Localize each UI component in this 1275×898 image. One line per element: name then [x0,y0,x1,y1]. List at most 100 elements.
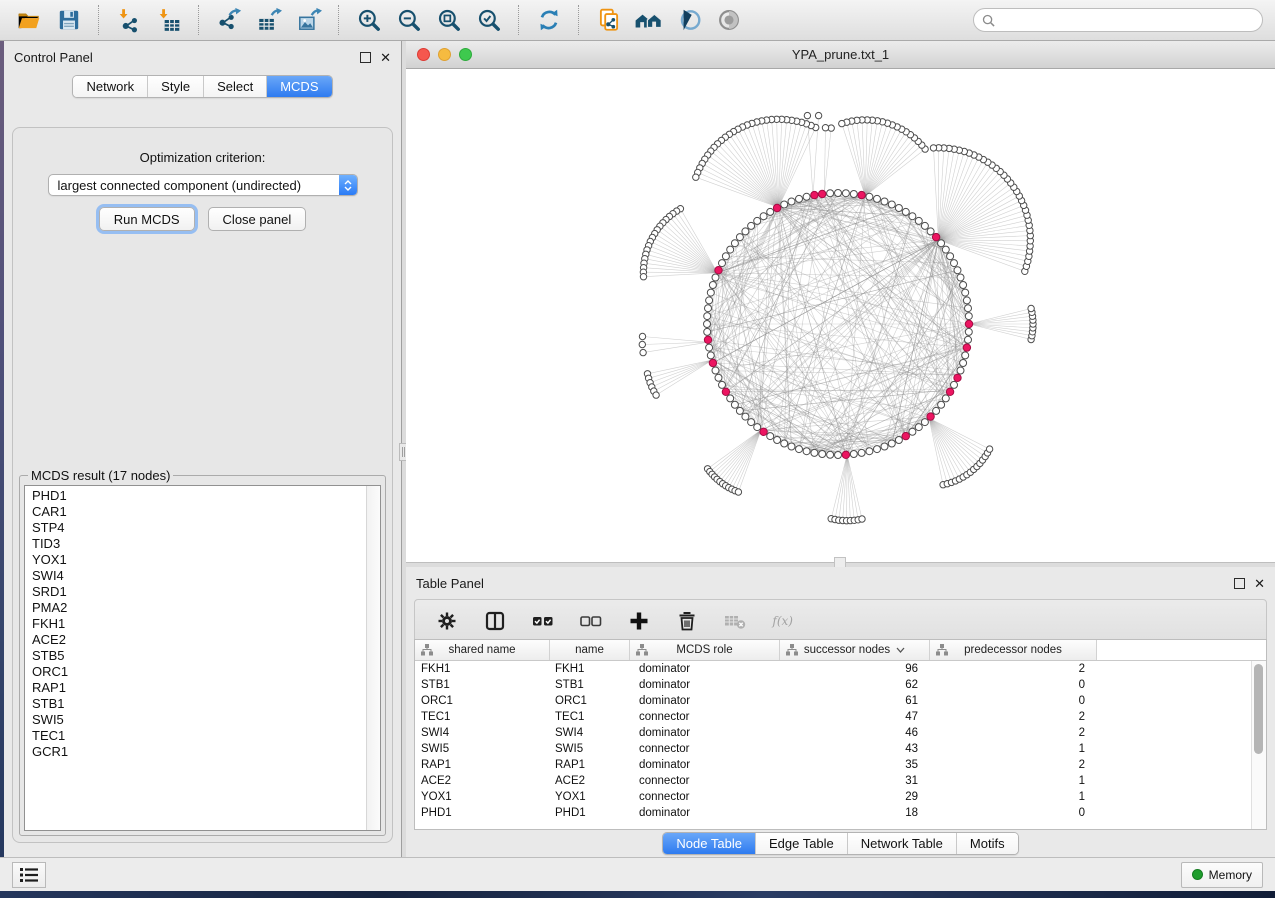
cell-shared-name: TEC1 [415,711,550,723]
save-session-icon[interactable] [54,5,84,35]
table-panel: Table Panel ✕ f(x) shared namenameMCDS r… [406,567,1275,857]
table-row[interactable]: PHD1PHD1dominator180 [415,805,1266,821]
column-header-MCDS-role[interactable]: MCDS role [630,640,780,660]
mcds-result-item[interactable]: STP4 [32,520,380,536]
column-header-name[interactable]: name [550,640,630,660]
list-icon [19,867,39,883]
select-all-icon[interactable] [531,609,555,633]
cell-name: ACE2 [550,775,630,787]
cytoscape-window: { "toolbar": { "groups": [ ["open-file",… [0,0,1275,898]
network-window-titlebar[interactable]: YPA_prune.txt_1 [406,41,1275,69]
column-header-shared-name[interactable]: shared name [415,640,550,660]
cell-shared-name: RAP1 [415,759,550,771]
mcds-result-item[interactable]: PMA2 [32,600,380,616]
table-row[interactable]: SWI4SWI4dominator462 [415,725,1266,741]
tab-network[interactable]: Network [73,76,147,97]
table-row[interactable]: FKH1FKH1dominator962 [415,661,1266,677]
export-network-icon[interactable] [214,5,244,35]
deselect-all-icon[interactable] [579,609,603,633]
mcds-result-item[interactable]: SWI4 [32,568,380,584]
tab-network-table[interactable]: Network Table [847,833,956,854]
network-graph[interactable] [406,70,1275,564]
cell-shared-name: STB1 [415,679,550,691]
mcds-result-item[interactable]: YOX1 [32,552,380,568]
main-toolbar [0,0,1275,41]
table-scrollbar[interactable] [1251,661,1266,829]
run-mcds-button[interactable]: Run MCDS [99,207,195,231]
search-box[interactable] [973,8,1263,32]
first-neighbors-icon[interactable] [634,5,664,35]
table-row[interactable]: ACE2ACE2connector311 [415,773,1266,789]
export-table-icon[interactable] [254,5,284,35]
table-row[interactable]: TEC1TEC1connector472 [415,709,1266,725]
mcds-list-scrollbar[interactable] [366,486,380,830]
mcds-result-item[interactable]: STB1 [32,696,380,712]
memory-button[interactable]: Memory [1181,862,1263,888]
table-scrollbar-thumb[interactable] [1254,664,1263,754]
memory-status-icon [1192,869,1203,880]
column-header-predecessor-nodes[interactable]: predecessor nodes [930,640,1097,660]
tab-select[interactable]: Select [203,76,266,97]
mcds-result-item[interactable]: ORC1 [32,664,380,680]
mcds-result-item[interactable]: SWI5 [32,712,380,728]
table-row[interactable]: YOX1YOX1connector291 [415,789,1266,805]
column-header-successor-nodes[interactable]: successor nodes [780,640,930,660]
mcds-result-item[interactable]: TEC1 [32,728,380,744]
mcds-result-item[interactable]: FKH1 [32,616,380,632]
minimize-window-icon[interactable] [438,48,451,61]
network-view-window: YPA_prune.txt_1 [406,41,1275,567]
cell-name: TEC1 [550,711,630,723]
search-input[interactable] [1000,10,1254,30]
mcds-result-item[interactable]: TID3 [32,536,380,552]
zoom-selected-icon[interactable] [474,5,504,35]
table-options-icon[interactable] [435,609,459,633]
float-panel-icon[interactable] [360,52,371,63]
tab-mcds[interactable]: MCDS [266,76,331,97]
delete-column-icon[interactable] [675,609,699,633]
mcds-result-item[interactable]: SRD1 [32,584,380,600]
cell-name: PHD1 [550,807,630,819]
table-row[interactable]: STB1STB1dominator620 [415,677,1266,693]
node-table: shared namenameMCDS rolesuccessor nodesp… [414,639,1267,830]
import-network-file-icon[interactable] [114,5,144,35]
cell-MCDS-role: dominator [630,695,780,707]
close-panel-button[interactable]: Close panel [208,207,307,231]
close-table-panel-icon[interactable]: ✕ [1254,579,1265,588]
tab-edge-table[interactable]: Edge Table [755,833,847,854]
mcds-result-item[interactable]: RAP1 [32,680,380,696]
close-panel-icon[interactable]: ✕ [380,53,391,62]
maximize-window-icon[interactable] [459,48,472,61]
table-row[interactable]: ORC1ORC1dominator610 [415,693,1266,709]
open-file-icon[interactable] [14,5,44,35]
table-row[interactable]: RAP1RAP1dominator352 [415,757,1266,773]
show-columns-icon[interactable] [483,609,507,633]
refresh-layout-icon[interactable] [534,5,564,35]
mcds-result-item[interactable]: PHD1 [32,488,380,504]
zoom-out-icon[interactable] [394,5,424,35]
float-table-panel-icon[interactable] [1234,578,1245,589]
status-bar: Memory [0,857,1275,891]
zoom-fit-icon[interactable] [434,5,464,35]
new-network-from-selection-icon[interactable] [594,5,624,35]
task-history-button[interactable] [12,862,46,888]
cell-predecessor-nodes: 0 [930,695,1097,707]
tab-node-table[interactable]: Node Table [663,833,755,854]
mcds-result-item[interactable]: ACE2 [32,632,380,648]
show-hide-graphics-details-icon[interactable] [674,5,704,35]
zoom-in-icon[interactable] [354,5,384,35]
add-column-icon[interactable] [627,609,651,633]
mcds-result-item[interactable]: CAR1 [32,504,380,520]
tab-motifs[interactable]: Motifs [956,833,1018,854]
mcds-result-item[interactable]: GCR1 [32,744,380,760]
table-panel-title: Table Panel [416,576,484,591]
import-table-file-icon[interactable] [154,5,184,35]
optimization-criterion-dropdown[interactable]: largest connected component (undirected) [48,174,358,196]
show-hide-annotations-icon[interactable] [714,5,744,35]
network-canvas[interactable] [406,69,1275,564]
export-image-icon[interactable] [294,5,324,35]
tab-style[interactable]: Style [147,76,203,97]
close-window-icon[interactable] [417,48,430,61]
mcds-result-item[interactable]: STB5 [32,648,380,664]
table-row[interactable]: SWI5SWI5connector431 [415,741,1266,757]
cell-shared-name: SWI5 [415,743,550,755]
